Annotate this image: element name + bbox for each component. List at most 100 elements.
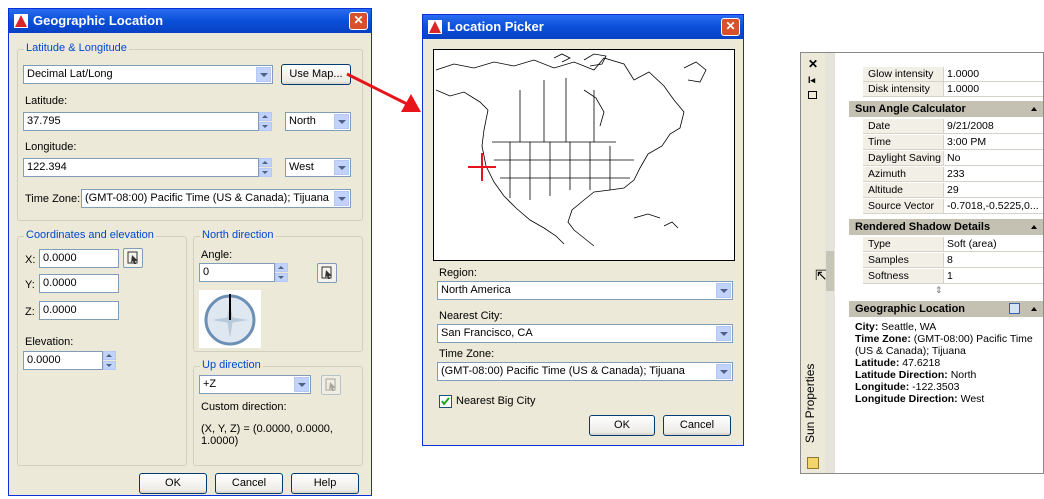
pick-angle-icon[interactable]	[317, 263, 337, 283]
chevron-down-icon[interactable]	[294, 377, 309, 392]
title-bar[interactable]: Geographic Location ✕	[9, 9, 371, 33]
nearest-city-select[interactable]: San Francisco, CA	[437, 324, 733, 343]
palette-bottom-icon[interactable]	[807, 457, 819, 469]
checkmark-icon	[441, 397, 450, 406]
use-map-button[interactable]: Use Map...	[281, 64, 351, 85]
rendered-shadow-details-header[interactable]: Rendered Shadow Details	[849, 219, 1043, 235]
latitude-label: Latitude:	[25, 95, 68, 107]
picker-title: Location Picker	[447, 19, 544, 34]
chevron-down-icon[interactable]	[334, 160, 349, 175]
property-row[interactable]: Glow intensity 1.0000	[849, 67, 1043, 82]
help-button[interactable]: Help	[291, 473, 359, 494]
chevron-down-icon[interactable]	[716, 364, 731, 379]
collapse-icon[interactable]	[1031, 307, 1037, 311]
geographic-location-dialog: Geographic Location ✕ Latitude & Longitu…	[8, 8, 372, 496]
format-select[interactable]: Decimal Lat/Long	[23, 65, 273, 84]
nearest-city-label: Nearest City:	[439, 310, 503, 322]
latitude-input[interactable]: 37.795	[23, 112, 259, 131]
palette-side-strip: ✕ I◂ Sun Properties	[801, 53, 826, 473]
geo-latitude-line: Latitude: 47.6218	[855, 357, 941, 369]
nearest-big-city-checkbox[interactable]	[439, 395, 452, 408]
picker-ok-button[interactable]: OK	[589, 415, 655, 436]
latitude-direction-select[interactable]: North	[285, 112, 351, 131]
timezone-select[interactable]: (GMT-08:00) Pacific Time (US & Canada); …	[81, 189, 351, 208]
palette-autohide-icon[interactable]: I◂	[808, 75, 815, 86]
property-row[interactable]: Type Soft (area)	[849, 237, 1043, 252]
close-button[interactable]: ✕	[349, 12, 368, 30]
angle-input[interactable]: 0	[199, 263, 275, 282]
longitude-input[interactable]: 122.394	[23, 158, 259, 177]
property-row[interactable]: Time 3:00 PM	[849, 135, 1043, 150]
region-select[interactable]: North America	[437, 281, 733, 300]
picker-timezone-label: Time Zone:	[439, 348, 495, 360]
palette-properties-icon[interactable]	[808, 91, 817, 99]
picker-timezone-select[interactable]: (GMT-08:00) Pacific Time (US & Canada); …	[437, 362, 733, 381]
geo-city-line: City: Seattle, WA	[855, 321, 937, 333]
palette-scroll-thumb[interactable]	[826, 251, 834, 291]
cancel-button[interactable]: Cancel	[215, 473, 283, 494]
pick-point-icon[interactable]	[123, 248, 143, 268]
longitude-spinner[interactable]	[259, 158, 272, 177]
property-row[interactable]: Samples 8	[849, 253, 1043, 268]
z-input[interactable]: 0.0000	[39, 301, 119, 320]
collapse-icon[interactable]	[1031, 225, 1037, 229]
timezone-label: Time Zone:	[25, 193, 81, 205]
angle-label: Angle:	[201, 249, 233, 261]
ok-button[interactable]: OK	[139, 473, 207, 494]
compass-icon[interactable]	[199, 290, 261, 348]
chevron-down-icon[interactable]	[334, 191, 349, 206]
angle-spinner[interactable]	[275, 263, 288, 282]
pick-point-glyph	[127, 251, 138, 264]
geo-timezone-line-cont: (US & Canada); Tijuana	[855, 345, 966, 357]
chevron-down-icon[interactable]	[256, 67, 271, 82]
sun-angle-calculator-header[interactable]: Sun Angle Calculator	[849, 101, 1043, 117]
geo-timezone-line: Time Zone: (GMT-08:00) Pacific Time	[855, 333, 1033, 345]
picker-cancel-button[interactable]: Cancel	[663, 415, 731, 436]
latitude-spinner[interactable]	[259, 112, 272, 131]
geographic-location-header[interactable]: Geographic Location	[849, 301, 1043, 317]
dialog-title: Geographic Location	[33, 13, 164, 28]
y-label: Y:	[25, 279, 35, 291]
up-direction-select[interactable]: +Z	[199, 375, 311, 394]
pick-up-glyph	[325, 378, 336, 391]
property-row[interactable]: Date 9/21/2008	[849, 119, 1043, 134]
world-map[interactable]	[433, 49, 735, 261]
cursor-icon: ⇱	[815, 267, 827, 283]
chevron-down-icon[interactable]	[716, 283, 731, 298]
property-row[interactable]: Daylight Saving No	[849, 151, 1043, 166]
property-row[interactable]: Softness 1	[849, 269, 1043, 284]
palette-side-title: Sun Properties	[803, 363, 817, 443]
up-direction-group-label: Up direction	[200, 359, 263, 371]
resize-grip-icon[interactable]: ⇕	[935, 285, 943, 296]
geo-latdir-line: Latitude Direction: North	[855, 369, 977, 381]
property-row[interactable]: Altitude 29	[849, 183, 1043, 198]
z-label: Z:	[25, 306, 35, 318]
property-row[interactable]: Disk intensity 1.0000	[849, 82, 1043, 97]
y-input[interactable]: 0.0000	[39, 274, 119, 293]
launch-geo-dialog-icon[interactable]	[1009, 303, 1020, 314]
longitude-label: Longitude:	[25, 141, 77, 153]
elevation-input[interactable]: 0.0000	[23, 351, 103, 370]
x-label: X:	[25, 254, 36, 266]
collapse-icon[interactable]	[1031, 107, 1037, 111]
geo-londir-line: Longitude Direction: West	[855, 393, 985, 405]
longitude-direction-select[interactable]: West	[285, 158, 351, 177]
picker-title-bar[interactable]: Location Picker ✕	[423, 15, 743, 39]
pick-angle-glyph	[321, 266, 332, 279]
chevron-down-icon[interactable]	[716, 326, 731, 341]
pick-up-direction-icon[interactable]	[321, 375, 341, 395]
palette-close-icon[interactable]: ✕	[808, 57, 818, 71]
red-arrow-annotation	[346, 72, 421, 112]
property-row[interactable]: Source Vector -0.7018,-0.5225,0...	[849, 199, 1043, 214]
x-input[interactable]: 0.0000	[39, 249, 119, 268]
location-picker-dialog: Location Picker ✕ Region: North America …	[422, 14, 744, 446]
autocad-app-icon	[428, 20, 442, 34]
picker-close-button[interactable]: ✕	[721, 18, 740, 36]
geo-longitude-line: Longitude: -122.3503	[855, 381, 960, 393]
region-label: Region:	[439, 267, 477, 279]
elevation-spinner[interactable]	[103, 351, 116, 370]
property-row[interactable]: Azimuth 233	[849, 167, 1043, 182]
elevation-label: Elevation:	[25, 336, 74, 348]
autocad-app-icon	[14, 14, 28, 28]
custom-direction-value: (X, Y, Z) = (0.0000, 0.0000, 1.0000)	[201, 423, 333, 447]
